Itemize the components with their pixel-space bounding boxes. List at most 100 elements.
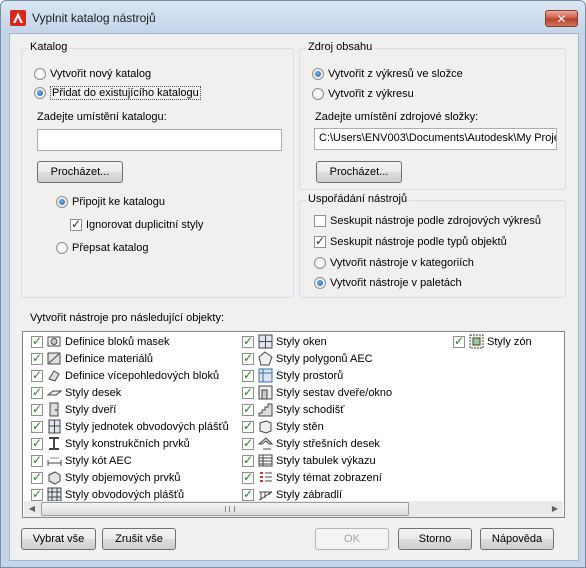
window-icon xyxy=(258,334,273,349)
radio-from-drawing-label[interactable]: Vytvořit z výkresu xyxy=(328,88,414,100)
curtain-wall-icon xyxy=(47,487,62,502)
object-type-checkbox[interactable] xyxy=(31,334,43,348)
object-type-label: Definice vícepohledových bloků xyxy=(65,370,220,382)
object-type-checkbox[interactable] xyxy=(31,453,43,467)
object-type-checkbox[interactable] xyxy=(31,368,43,382)
source-folder-input[interactable]: C:\Users\ENV003\Documents\Autodesk\My Pr… xyxy=(314,128,557,150)
arrange-group-label: Uspořádání nástrojů xyxy=(306,193,410,205)
radio-in-palettes-label[interactable]: Vytvořit nástroje v paletách xyxy=(330,277,462,289)
source-group: Zdroj obsahu Vytvořit z výkresů ve složc… xyxy=(299,41,566,190)
object-type-checkbox[interactable] xyxy=(242,385,254,399)
dialog-window: Vyplnit katalog nástrojů ✕ Katalog Vytvo… xyxy=(0,0,586,568)
catalog-browse-button[interactable]: Procházet... xyxy=(37,161,123,183)
object-type-checkbox[interactable] xyxy=(242,453,254,467)
object-type-checkbox[interactable] xyxy=(31,351,43,365)
object-types-list[interactable]: Definice bloků masek Definice materiálů De… xyxy=(22,331,565,518)
object-type-checkbox[interactable] xyxy=(242,487,254,501)
radio-attach-catalog[interactable] xyxy=(56,196,68,208)
horizontal-scrollbar[interactable]: ◀ ▶ xyxy=(24,501,563,517)
roof-slab-icon xyxy=(258,437,273,450)
group-by-source-label[interactable]: Seskupit nástroje podle zdrojových výkre… xyxy=(330,215,541,227)
source-group-label: Zdroj obsahu xyxy=(306,41,375,53)
radio-in-palettes[interactable] xyxy=(314,277,326,289)
source-browse-button[interactable]: Procházet... xyxy=(316,161,402,183)
radio-from-folder[interactable] xyxy=(312,68,324,80)
object-type-checkbox[interactable] xyxy=(31,470,43,484)
door-window-assembly-icon xyxy=(258,385,273,400)
zone-icon xyxy=(469,334,484,349)
object-type-label: Styly zón xyxy=(487,336,532,348)
object-type-checkbox[interactable] xyxy=(31,419,43,433)
radio-add-catalog[interactable] xyxy=(34,87,46,99)
group-by-type-label[interactable]: Seskupit nástroje podle typů objektů xyxy=(330,236,507,248)
objects-label: Vytvořit nástroje pro následující objekt… xyxy=(30,312,225,324)
select-all-button[interactable]: Vybrat vše xyxy=(21,528,96,550)
group-by-source-checkbox[interactable] xyxy=(314,215,326,227)
radio-in-categories-label[interactable]: Vytvořit nástroje v kategoriích xyxy=(330,257,474,269)
radio-from-folder-label[interactable]: Vytvořit z výkresů ve složce xyxy=(328,68,463,80)
help-button[interactable]: Nápověda xyxy=(480,528,554,550)
stair-icon xyxy=(258,403,273,417)
structural-member-icon xyxy=(49,437,59,450)
scroll-left-icon[interactable]: ◀ xyxy=(24,501,40,517)
object-type-label: Styly desek xyxy=(65,387,122,399)
grip-icon xyxy=(225,506,235,512)
object-type-label: Styly polygonů AEC xyxy=(276,353,373,365)
object-type-checkbox[interactable] xyxy=(31,487,43,501)
scrollbar-thumb[interactable] xyxy=(41,502,409,516)
source-folder-label: Zadejte umístění zdrojové složky: xyxy=(315,111,479,123)
clear-all-button[interactable]: Zrušit vše xyxy=(102,528,176,550)
object-type-checkbox[interactable] xyxy=(242,351,254,365)
object-type-label: Definice materiálů xyxy=(65,353,154,365)
mask-block-icon xyxy=(47,336,61,347)
wall-icon xyxy=(259,420,272,434)
radio-attach-catalog-label[interactable]: Připojit ke katalogu xyxy=(72,196,165,208)
radio-overwrite-catalog-label[interactable]: Přepsat katalog xyxy=(72,242,148,254)
dialog-body: Katalog Vytvořit nový katalog Přidat do … xyxy=(9,33,579,561)
radio-new-catalog-label[interactable]: Vytvořit nový katalog xyxy=(50,68,151,80)
ignore-duplicates-checkbox[interactable] xyxy=(70,217,82,231)
object-type-label: Styly obvodových plášťů xyxy=(65,489,185,501)
object-type-label: Styly schodišť xyxy=(276,404,345,416)
close-button[interactable]: ✕ xyxy=(545,10,578,27)
material-icon xyxy=(47,352,61,365)
ok-button[interactable]: OK xyxy=(315,528,389,550)
object-type-label: Styly tabulek výkazu xyxy=(276,455,376,467)
object-type-label: Styly střešních desek xyxy=(276,438,380,450)
door-icon xyxy=(49,402,59,417)
object-type-label: Styly objemových prvků xyxy=(65,472,181,484)
radio-overwrite-catalog[interactable] xyxy=(56,242,68,254)
object-type-checkbox[interactable] xyxy=(242,368,254,382)
radio-from-drawing[interactable] xyxy=(312,88,324,100)
schedule-table-icon xyxy=(258,454,273,467)
object-type-checkbox[interactable] xyxy=(453,334,465,348)
scroll-right-icon[interactable]: ▶ xyxy=(547,501,563,517)
object-type-label: Styly stěn xyxy=(276,421,324,433)
object-type-checkbox[interactable] xyxy=(31,385,43,399)
object-type-label: Styly oken xyxy=(276,336,327,348)
display-theme-icon xyxy=(260,472,272,482)
ignore-duplicates-label[interactable]: Ignorovat duplicitní styly xyxy=(86,219,203,231)
group-by-type-checkbox[interactable] xyxy=(314,234,326,248)
object-type-checkbox[interactable] xyxy=(242,436,254,450)
object-type-label: Styly kót AEC xyxy=(65,455,132,467)
aec-dimension-icon xyxy=(47,457,62,466)
multiview-block-icon xyxy=(48,370,60,382)
radio-in-categories[interactable] xyxy=(314,257,326,269)
title-bar[interactable]: Vyplnit katalog nástrojů ✕ xyxy=(1,1,585,33)
catalog-location-input[interactable] xyxy=(37,129,282,151)
slab-icon xyxy=(47,390,62,396)
polygon-icon xyxy=(258,351,273,366)
object-type-checkbox[interactable] xyxy=(242,470,254,484)
radio-new-catalog[interactable] xyxy=(34,68,46,80)
object-type-checkbox[interactable] xyxy=(31,436,43,450)
object-type-checkbox[interactable] xyxy=(242,402,254,416)
object-type-checkbox[interactable] xyxy=(31,402,43,416)
object-type-label: Styly zábradlí xyxy=(276,489,343,501)
object-type-label: Styly sestav dveře/okno xyxy=(276,387,393,399)
radio-add-catalog-label[interactable]: Přidat do existujícího katalogu xyxy=(50,86,201,100)
cancel-button[interactable]: Storno xyxy=(398,528,472,550)
object-type-checkbox[interactable] xyxy=(242,419,254,433)
object-type-checkbox[interactable] xyxy=(242,334,254,348)
object-type-label: Styly témat zobrazení xyxy=(276,472,382,484)
